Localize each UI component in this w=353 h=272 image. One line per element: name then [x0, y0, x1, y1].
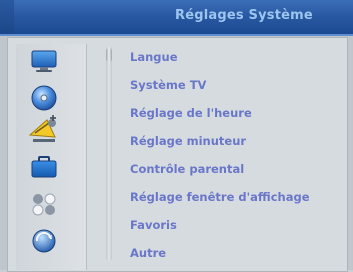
menu-item-autre[interactable]: Autre	[130, 246, 166, 260]
title-bar: Réglages Système	[0, 0, 353, 36]
menu-item-systeme-tv[interactable]: Système TV	[130, 78, 206, 92]
disc-icon[interactable]	[26, 84, 62, 112]
menu-item-favoris[interactable]: Favoris	[130, 218, 177, 232]
menu-scrollbar[interactable]	[106, 46, 112, 261]
menu-item-reglage-fenetre-affichage[interactable]: Réglage fenêtre d'affichage	[130, 190, 310, 204]
dots-cluster-icon[interactable]	[26, 190, 62, 218]
page-title: Réglages Système	[175, 8, 313, 23]
menu-item-controle-parental[interactable]: Contrôle parental	[130, 162, 244, 176]
refresh-globe-icon[interactable]	[26, 227, 62, 255]
monitor-icon[interactable]	[26, 47, 62, 75]
system-settings-screen: Réglages Système Langue Système TV Régla…	[0, 0, 353, 272]
menu-scrollbar-thumb[interactable]	[106, 48, 112, 62]
satellite-dish-icon[interactable]	[26, 115, 62, 144]
menu-item-reglage-minuteur[interactable]: Réglage minuteur	[130, 134, 246, 148]
briefcase-icon[interactable]	[26, 153, 62, 181]
menu-item-langue[interactable]: Langue	[130, 50, 178, 64]
title-bar-left-cap	[0, 0, 14, 34]
menu-item-reglage-heure[interactable]: Réglage de l'heure	[130, 106, 252, 120]
